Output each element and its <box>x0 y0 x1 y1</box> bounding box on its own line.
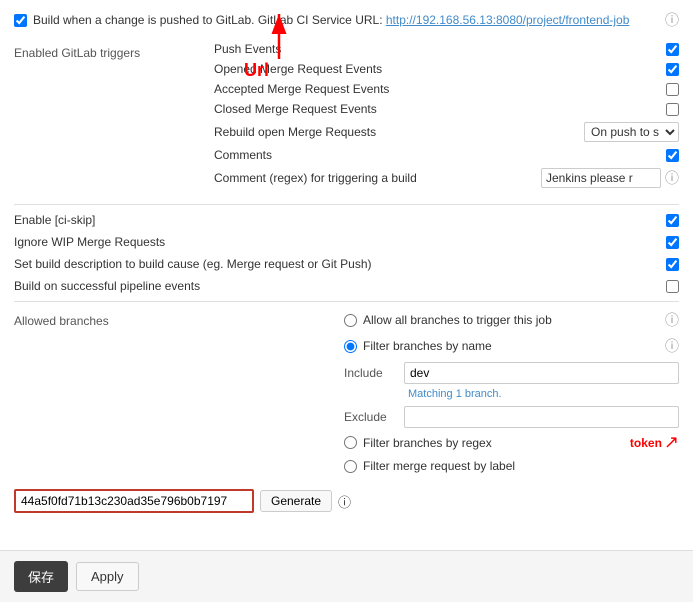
build-on-push-checkbox[interactable] <box>14 14 27 27</box>
pipeline-events-row: Build on successful pipeline events <box>14 279 679 293</box>
top-bar: Build when a change is pushed to GitLab.… <box>14 10 679 30</box>
filter-by-label-label: Filter merge request by label <box>363 459 679 473</box>
comment-regex-input[interactable] <box>541 168 661 188</box>
filter-by-name-label: Filter branches by name <box>363 339 661 353</box>
comment-regex-help-icon[interactable]: ⓘ <box>665 168 679 188</box>
ci-skip-checkbox[interactable] <box>666 214 679 227</box>
token-input[interactable] <box>14 489 254 513</box>
filter-by-name-row: Filter branches by name ⓘ <box>344 336 679 356</box>
allowed-branches-section: Allowed branches Allow all branches to t… <box>14 310 679 479</box>
opened-merge-label: Opened Merge Request Events <box>214 62 662 76</box>
all-branches-label: Allow all branches to trigger this job <box>363 313 661 327</box>
matching-text: Matching 1 branch. <box>408 388 679 400</box>
token-section: Generate ⓘ <box>14 489 679 513</box>
exclude-input[interactable] <box>404 406 679 428</box>
build-desc-label: Set build description to build cause (eg… <box>14 257 662 271</box>
filter-by-label-row: Filter merge request by label <box>344 459 679 473</box>
exclude-row: Exclude <box>344 406 679 428</box>
comments-checkbox[interactable] <box>666 149 679 162</box>
rebuild-merge-label: Rebuild open Merge Requests <box>214 125 584 139</box>
ci-skip-row: Enable [ci-skip] <box>14 213 679 227</box>
token-arrow-icon: ↗ <box>664 432 679 453</box>
wip-merge-label: Ignore WIP Merge Requests <box>14 235 662 249</box>
filter-by-label-radio[interactable] <box>344 460 357 473</box>
build-on-push-label: Build when a change is pushed to GitLab.… <box>33 13 383 27</box>
filter-by-name-help-icon[interactable]: ⓘ <box>665 336 679 356</box>
closed-merge-row: Closed Merge Request Events <box>214 102 679 116</box>
ci-skip-label: Enable [ci-skip] <box>14 213 662 227</box>
filter-by-name-radio[interactable] <box>344 340 357 353</box>
build-desc-checkbox[interactable] <box>666 258 679 271</box>
filter-by-regex-row: Filter branches by regex token ↗ <box>344 432 679 453</box>
filter-by-regex-label: Filter branches by regex <box>363 436 570 450</box>
pipeline-events-checkbox[interactable] <box>666 280 679 293</box>
exclude-label: Exclude <box>344 410 404 424</box>
accepted-merge-row: Accepted Merge Request Events <box>214 82 679 96</box>
gitlab-triggers-section: Enabled GitLab triggers Push Events Open… <box>14 42 679 194</box>
token-help-icon[interactable]: ⓘ <box>338 492 351 511</box>
all-branches-radio[interactable] <box>344 314 357 327</box>
allowed-branches-content: Allow all branches to trigger this job ⓘ… <box>344 310 679 479</box>
all-branches-help-icon[interactable]: ⓘ <box>665 310 679 330</box>
closed-merge-checkbox[interactable] <box>666 103 679 116</box>
gitlab-ci-url[interactable]: http://192.168.56.13:8080/project/fronte… <box>386 13 630 27</box>
include-label: Include <box>344 366 404 380</box>
include-input[interactable] <box>404 362 679 384</box>
bottom-bar: 保存 Apply <box>0 550 693 602</box>
build-desc-row: Set build description to build cause (eg… <box>14 257 679 271</box>
accepted-merge-label: Accepted Merge Request Events <box>214 82 662 96</box>
wip-merge-row: Ignore WIP Merge Requests <box>14 235 679 249</box>
generate-button[interactable]: Generate <box>260 490 332 512</box>
opened-merge-checkbox[interactable] <box>666 63 679 76</box>
save-button[interactable]: 保存 <box>14 561 68 592</box>
token-input-row: Generate ⓘ <box>14 489 679 513</box>
accepted-merge-checkbox[interactable] <box>666 83 679 96</box>
rebuild-merge-select[interactable]: On push to s <box>584 122 679 142</box>
push-events-row: Push Events <box>214 42 679 56</box>
divider1 <box>14 204 679 205</box>
comments-row: Comments <box>214 148 679 162</box>
triggers-label: Enabled GitLab triggers <box>14 42 214 194</box>
pipeline-events-label: Build on successful pipeline events <box>14 279 662 293</box>
allowed-branches-label: Allowed branches <box>14 310 344 479</box>
closed-merge-label: Closed Merge Request Events <box>214 102 662 116</box>
push-events-checkbox[interactable] <box>666 43 679 56</box>
comments-label: Comments <box>214 148 662 162</box>
token-annotation: token <box>630 436 662 450</box>
triggers-items: Push Events Opened Merge Request Events … <box>214 42 679 194</box>
push-events-label: Push Events <box>214 42 662 56</box>
wip-merge-checkbox[interactable] <box>666 236 679 249</box>
apply-button[interactable]: Apply <box>76 562 139 591</box>
top-help-icon[interactable]: ⓘ <box>665 10 679 30</box>
comment-regex-row: Comment (regex) for triggering a build ⓘ <box>214 168 679 188</box>
include-row: Include <box>344 362 679 384</box>
rebuild-merge-row: Rebuild open Merge Requests On push to s <box>214 122 679 142</box>
all-branches-row: Allow all branches to trigger this job ⓘ <box>344 310 679 330</box>
divider2 <box>14 301 679 302</box>
comment-regex-label: Comment (regex) for triggering a build <box>214 171 541 185</box>
filter-by-regex-radio[interactable] <box>344 436 357 449</box>
opened-merge-row: Opened Merge Request Events <box>214 62 679 76</box>
